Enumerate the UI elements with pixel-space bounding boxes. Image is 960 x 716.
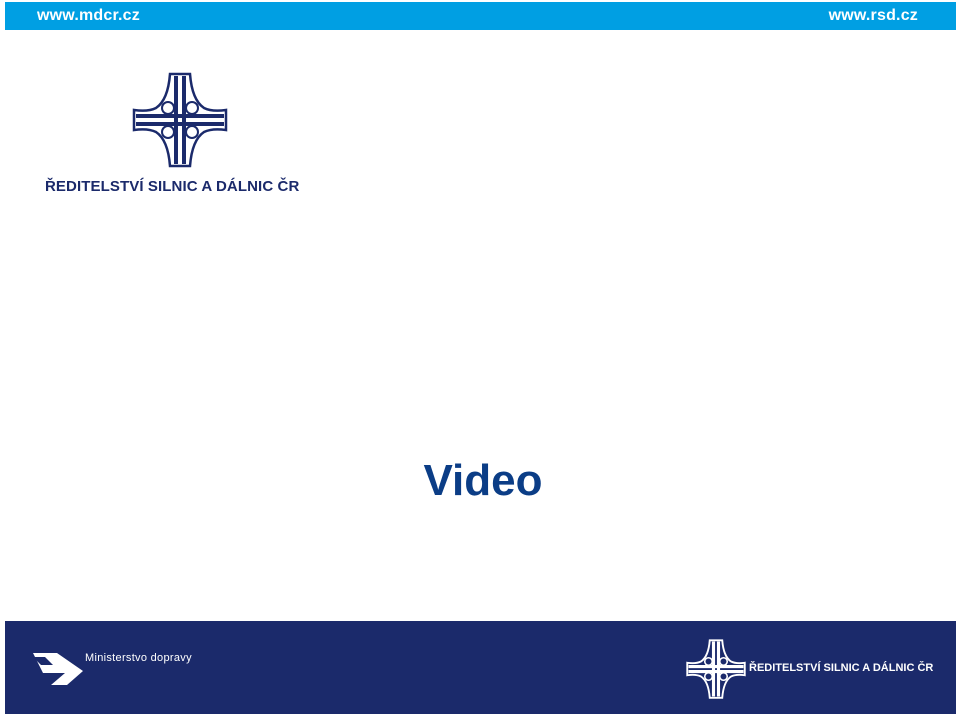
footer-bar: Ministerstvo dopravy ŘEDITELSTVÍ SILNIC … (5, 621, 956, 714)
motorway-interchange-logo-icon (132, 72, 228, 168)
rsd-link[interactable]: www.rsd.cz (829, 7, 918, 25)
footer-org-name: ŘEDITELSTVÍ SILNIC A DÁLNIC ČR (749, 662, 934, 674)
top-bar: www.mdcr.cz www.rsd.cz (5, 2, 956, 30)
ministry-arrow-logo-icon (33, 653, 83, 685)
ministry-name: Ministerstvo dopravy (85, 652, 192, 664)
org-name: ŘEDITELSTVÍ SILNIC A DÁLNIC ČR (45, 178, 300, 195)
slide-title: Video (423, 456, 543, 505)
mdcr-link[interactable]: www.mdcr.cz (37, 7, 140, 25)
footer-interchange-logo-icon (686, 639, 746, 699)
